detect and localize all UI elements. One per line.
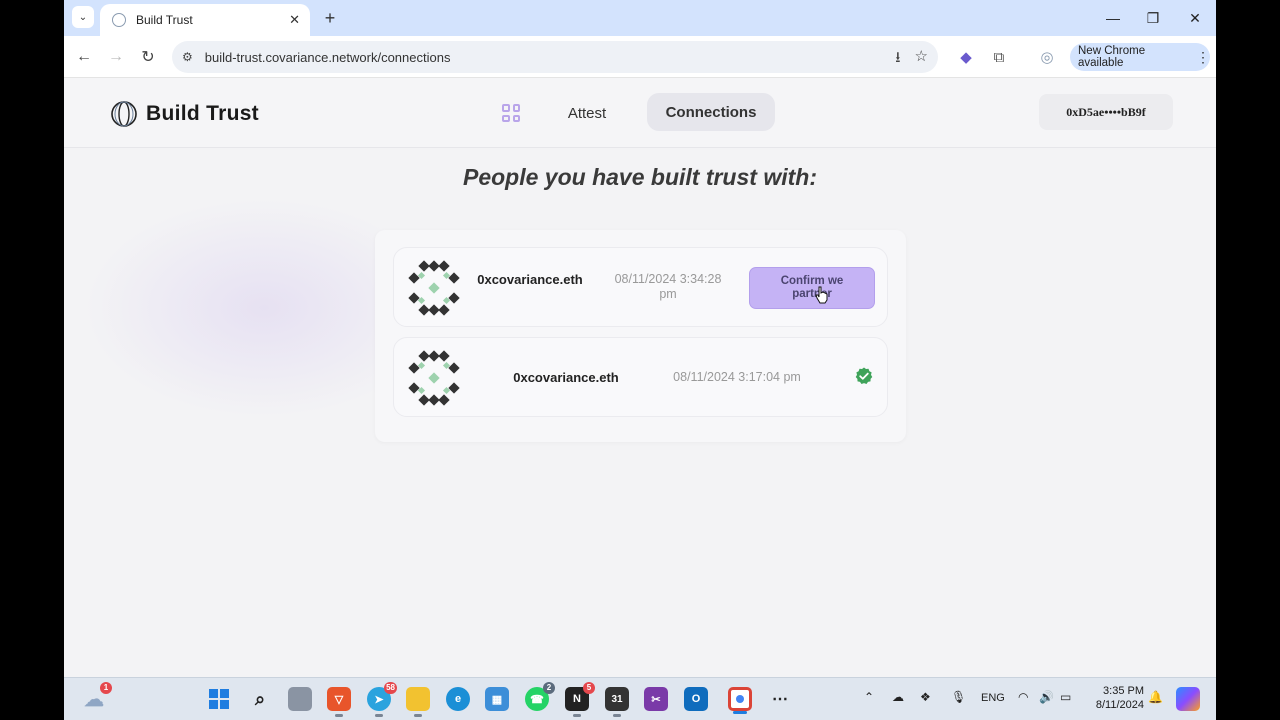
- tab-search-button[interactable]: ⌄: [72, 6, 94, 28]
- telegram-icon[interactable]: ➤ 58: [367, 682, 397, 717]
- connection-row: 0xcovariance.eth 08/11/2024 3:34:28 pm C…: [393, 247, 888, 327]
- close-window-button[interactable]: ✕: [1175, 0, 1215, 36]
- whatsapp-badge: 2: [543, 682, 555, 694]
- build-trust-logo-icon: [111, 101, 137, 127]
- update-label: New Chrome available: [1078, 45, 1146, 69]
- telegram-badge: 58: [384, 682, 397, 694]
- language-indicator[interactable]: ENG: [981, 692, 1005, 704]
- brand-name: Build Trust: [146, 102, 259, 125]
- edge-browser-icon[interactable]: e: [446, 687, 470, 711]
- notification-bell-icon[interactable]: 🔔: [1148, 690, 1163, 704]
- system-clock[interactable]: 3:35 PM 8/11/2024: [1082, 684, 1144, 712]
- desktop-screen: ⌄ Build Trust ✕ + — ❐ ✕ ← → ↻ ⚙ build-tr…: [64, 0, 1216, 720]
- onedrive-icon[interactable]: ☁: [892, 690, 904, 704]
- calendar-icon[interactable]: 31: [605, 687, 629, 717]
- back-button[interactable]: ←: [72, 45, 96, 69]
- search-icon[interactable]: ⌕: [248, 687, 272, 711]
- whatsapp-icon[interactable]: ☎ 2: [525, 682, 555, 711]
- brave-browser-icon[interactable]: ▽: [327, 687, 351, 717]
- windows-logo-icon: [209, 689, 229, 709]
- profile-icon[interactable]: ◎: [1036, 46, 1058, 68]
- copilot-icon[interactable]: [1176, 687, 1200, 711]
- web-page: Build Trust Attest Connections 0xD5ae•••…: [64, 78, 1216, 677]
- identicon-avatar: [408, 260, 460, 316]
- page-title: People you have built trust with:: [463, 164, 817, 190]
- minimize-button[interactable]: —: [1093, 0, 1133, 36]
- tab-title: Build Trust: [136, 13, 193, 27]
- menu-dots-icon: ⋮: [1196, 48, 1210, 65]
- notion-badge: 5: [583, 682, 595, 694]
- address-bar[interactable]: ⚙ build-trust.covariance.network/connect…: [172, 41, 938, 73]
- store-icon[interactable]: ▦: [485, 687, 509, 711]
- weather-badge: 1: [100, 682, 112, 694]
- browser-toolbar: ← → ↻ ⚙ build-trust.covariance.network/c…: [64, 36, 1216, 78]
- confirm-partner-button[interactable]: Confirm we partner: [749, 267, 875, 309]
- battery-icon[interactable]: ▭: [1060, 690, 1071, 704]
- windows-taskbar: ☁ 1 ⌕ ▽ ➤ 58 e ▦ ☎ 2 N5 31 ✂ O ⋯ ⌃ ☁ ❖ 🎙 EN…: [64, 677, 1216, 720]
- extension-icon[interactable]: ◆: [955, 46, 977, 68]
- connection-row: 0xcovariance.eth 08/11/2024 3:17:04 pm: [393, 337, 888, 417]
- extensions-puzzle-icon[interactable]: ⧉: [988, 46, 1010, 68]
- browser-tab-active[interactable]: Build Trust ✕: [100, 4, 310, 36]
- clock-date: 8/11/2024: [1095, 699, 1144, 711]
- connection-timestamp: 08/11/2024 3:34:28 pm: [614, 272, 722, 301]
- install-app-icon[interactable]: ⭳: [895, 47, 900, 72]
- volume-icon[interactable]: 🔊: [1039, 690, 1054, 704]
- new-tab-button[interactable]: +: [318, 6, 342, 30]
- wallet-address-button[interactable]: 0xD5ae••••bB9f: [1039, 94, 1173, 130]
- file-explorer-icon[interactable]: [406, 687, 430, 717]
- restore-button[interactable]: ❐: [1133, 0, 1173, 36]
- chrome-icon[interactable]: [728, 687, 752, 714]
- snipping-tool-icon[interactable]: ✂: [644, 687, 668, 711]
- site-info-icon[interactable]: ⚙: [182, 50, 193, 64]
- connection-timestamp: 08/11/2024 3:17:04 pm: [673, 370, 801, 384]
- calendar-day: 31: [611, 693, 623, 705]
- dropbox-icon[interactable]: ❖: [920, 690, 931, 704]
- connections-card: 0xcovariance.eth 08/11/2024 3:34:28 pm C…: [375, 230, 906, 442]
- start-button[interactable]: [207, 687, 231, 711]
- hand-cursor-icon: [815, 286, 828, 304]
- connection-name: 0xcovariance.eth: [513, 370, 619, 385]
- notion-icon[interactable]: N5: [565, 682, 595, 717]
- grid-menu-icon[interactable]: [502, 104, 520, 122]
- forward-button[interactable]: →: [104, 45, 128, 69]
- nav-connections[interactable]: Connections: [647, 93, 775, 131]
- tab-favicon-icon: [112, 13, 126, 27]
- tab-close-icon[interactable]: ✕: [289, 12, 300, 28]
- site-logo[interactable]: Build Trust: [110, 100, 259, 128]
- address-url: build-trust.covariance.network/connectio…: [204, 49, 451, 65]
- outlook-icon[interactable]: O: [684, 687, 708, 711]
- connection-name: 0xcovariance.eth: [477, 272, 583, 287]
- nav-attest[interactable]: Attest: [550, 98, 624, 128]
- wifi-icon[interactable]: ◠: [1018, 690, 1028, 704]
- confirm-partner-label: Confirm we partner: [780, 275, 844, 300]
- more-apps-icon[interactable]: ⋯: [768, 687, 792, 711]
- bookmark-star-icon[interactable]: ☆: [915, 47, 928, 72]
- browser-tabstrip: ⌄ Build Trust ✕ + — ❐ ✕: [64, 0, 1216, 36]
- site-header: Build Trust Attest Connections 0xD5ae•••…: [64, 78, 1216, 148]
- task-view-icon[interactable]: [288, 687, 312, 711]
- show-hidden-icons-chevron[interactable]: ⌃: [864, 690, 874, 704]
- weather-icon[interactable]: ☁ 1: [82, 682, 112, 711]
- microphone-icon[interactable]: 🎙: [951, 690, 966, 704]
- identicon-avatar: [408, 350, 460, 406]
- reload-button[interactable]: ↻: [136, 45, 160, 69]
- clock-time: 3:35 PM: [1103, 685, 1144, 697]
- verified-check-icon: [855, 367, 873, 384]
- chrome-update-button[interactable]: New Chrome available ⋮: [1070, 43, 1210, 71]
